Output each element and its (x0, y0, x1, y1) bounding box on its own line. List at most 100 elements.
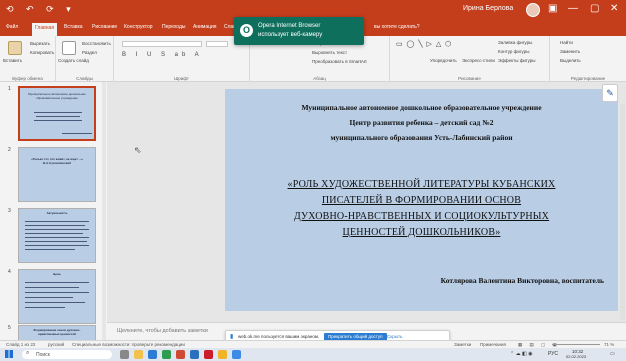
replace-button[interactable]: Заменить (560, 49, 580, 54)
thumbnail-text-line (25, 229, 89, 231)
thumbnails-scrollbar[interactable] (102, 82, 106, 340)
quick-styles-button[interactable]: Экспресс-стили (462, 58, 495, 63)
thumbnail-number: 3 (8, 208, 11, 214)
reset-button[interactable]: Восстановить (82, 41, 111, 46)
file-explorer-icon[interactable] (134, 350, 143, 359)
zoom-slider[interactable] (552, 344, 600, 345)
shape-fill-button[interactable]: Заливка фигуры (498, 40, 532, 45)
thumbnail-number: 1 (8, 86, 11, 92)
mouse-cursor-icon: ⇖ (134, 145, 142, 155)
slide-canvas[interactable]: Муниципальное автономное дошкольное обра… (225, 89, 618, 311)
new-slide-button[interactable]: Создать слайд (58, 58, 89, 63)
tab-file[interactable]: Файл (6, 24, 18, 30)
tab-transitions[interactable]: Переходы (162, 24, 185, 30)
hide-banner-link[interactable]: Скрыть (387, 334, 402, 339)
tab-draw[interactable]: Рисование (92, 24, 117, 30)
copy-button[interactable]: Копировать (30, 50, 54, 55)
notes-placeholder[interactable]: Щелкните, чтобы добавить заметки (117, 328, 208, 334)
keyboard-language[interactable]: РУС (548, 351, 558, 357)
font-name-select[interactable] (122, 41, 202, 47)
yandex-icon[interactable] (218, 350, 227, 359)
slide-thumbnail-5[interactable]: Формирование основ духовно-нравственных … (18, 325, 96, 340)
powerpoint-taskbar-icon[interactable] (176, 350, 185, 359)
group-label: Слайды (76, 76, 93, 81)
shape-outline-button[interactable]: Контур фигуры (498, 49, 529, 54)
opera-taskbar-icon[interactable] (204, 350, 213, 359)
new-slide-icon[interactable] (62, 41, 76, 55)
group-editing: Найти Заменить Выделить Редактирование (550, 36, 626, 82)
font-size-select[interactable] (206, 41, 228, 47)
slide-thumbnail-1[interactable]: Муниципальное автономное дошкольное обра… (18, 86, 96, 141)
slide-thumbnail-4[interactable]: Цель (18, 269, 96, 324)
task-view-icon[interactable] (120, 350, 129, 359)
notifications-icon[interactable]: ▭ (610, 351, 615, 357)
notification-title: Opera Internet Browser (258, 23, 321, 29)
tab-insert[interactable]: Вставка (64, 24, 83, 30)
edge-icon[interactable] (148, 350, 157, 359)
chrome-icon[interactable] (162, 350, 171, 359)
avatar[interactable] (526, 3, 540, 17)
slide-thumbnail-2[interactable]: «Только тот, кто живёт, не ищет ...» В.А… (18, 147, 96, 202)
thumbnail-text-line (25, 237, 89, 239)
tab-home[interactable]: Главная (32, 23, 58, 36)
thumbnail-text-line (25, 292, 89, 294)
user-name[interactable]: Ирина Берлова (463, 5, 513, 12)
close-button[interactable]: ✕ (610, 3, 618, 14)
arrange-button[interactable]: Упорядочить (430, 58, 457, 63)
search-icon: ⌕ (26, 350, 30, 356)
word-icon[interactable] (190, 350, 199, 359)
author-line[interactable]: Котлярова Валентина Викторовна, воспитат… (441, 276, 604, 285)
system-tray-icons[interactable]: ⌃ ☁ ◧ ◉ (510, 351, 532, 357)
group-font: B I U S ab A Шрифт (114, 36, 250, 82)
thumbnail-text-line (25, 302, 85, 304)
thumbnail-text-line (25, 241, 87, 243)
minimize-button[interactable]: — (568, 3, 578, 14)
thumbnail-number: 4 (8, 269, 11, 275)
group-label: Буфер обмена (12, 76, 43, 81)
editor-scrollbar[interactable] (620, 104, 625, 320)
tab-design[interactable]: Конструктор (124, 24, 153, 30)
align-text-button[interactable]: Выровнять текст (312, 50, 347, 55)
ribbon-display-icon[interactable]: ▣ (548, 3, 557, 14)
paste-icon[interactable] (8, 41, 22, 55)
org-line-2[interactable]: Центр развития ребенка – детский сад №2 (225, 118, 618, 127)
notification-text: использует веб-камеру (258, 32, 323, 38)
shapes-gallery[interactable]: ▭ ◯ ╲ ▷ △ ⬡ (396, 40, 452, 48)
maximize-button[interactable]: ▢ (590, 3, 599, 14)
slide-title-line-4[interactable]: ЦЕННОСТЕЙ ДОШКОЛЬНИКОВ» (225, 227, 618, 238)
shape-effects-button[interactable]: Эффекты фигуры (498, 58, 536, 63)
app-icon[interactable] (232, 350, 241, 359)
comments-toggle[interactable]: Примечания (480, 342, 506, 347)
webcam-notification[interactable]: O Opera Internet Browser использует веб-… (234, 17, 364, 45)
paste-button[interactable]: Вставить (3, 58, 22, 63)
smartart-button[interactable]: Преобразовать в SmartArt (312, 59, 367, 64)
font-format-icons[interactable]: B I U S ab A (122, 52, 203, 58)
accessibility-status[interactable]: Специальные возможности: проверьте реком… (72, 342, 185, 347)
notes-toggle[interactable]: Заметки (454, 342, 471, 347)
slide-thumbnail-3[interactable]: Актуальность (18, 208, 96, 263)
cut-button[interactable]: Вырезать (30, 41, 50, 46)
org-line-3[interactable]: муниципального образования Усть-Лабински… (225, 133, 618, 142)
designer-icon[interactable]: ✎ (602, 84, 618, 102)
quick-access-toolbar[interactable]: ⟲ ↶ ⟳ ▾ (6, 4, 76, 15)
group-label: Шрифт (174, 76, 189, 81)
taskbar-search[interactable]: ⌕ Поиск (22, 350, 112, 359)
group-drawing: ▭ ◯ ╲ ▷ △ ⬡ Упорядочить Экспресс-стили З… (390, 36, 550, 82)
language-indicator[interactable]: русский (48, 342, 64, 347)
clock-date[interactable]: 02.02.2023 (566, 354, 586, 359)
slide-title-line-2[interactable]: ПИСАТЕЛЕЙ В ФОРМИРОВАНИИ ОСНОВ (225, 195, 618, 206)
select-button[interactable]: Выделить (560, 58, 581, 63)
thumbnail-text-line (25, 249, 75, 251)
slide-title-line-3[interactable]: ДУХОВНО-НРАВСТВЕННЫХ И СОЦИОКУЛЬТУРНЫХ (225, 211, 618, 222)
tab-animations[interactable]: Анимация (193, 24, 216, 30)
slide-title-line-1[interactable]: «РОЛЬ ХУДОЖЕСТВЕННОЙ ЛИТЕРАТУРЫ КУБАНСКИ… (225, 179, 618, 190)
thumbnail-title-line (34, 112, 82, 114)
section-button[interactable]: Раздел (82, 50, 97, 55)
zoom-level[interactable]: 71 % (604, 342, 614, 347)
org-line-1[interactable]: Муниципальное автономное дошкольное обра… (225, 103, 618, 112)
thumbnail-title-line (36, 116, 80, 118)
thumbnail-caption: Цель (53, 272, 61, 276)
find-button[interactable]: Найти (560, 40, 573, 45)
windows-start-icon[interactable] (5, 350, 13, 358)
tell-me-hint[interactable]: вы хотите сделать? (374, 24, 420, 30)
